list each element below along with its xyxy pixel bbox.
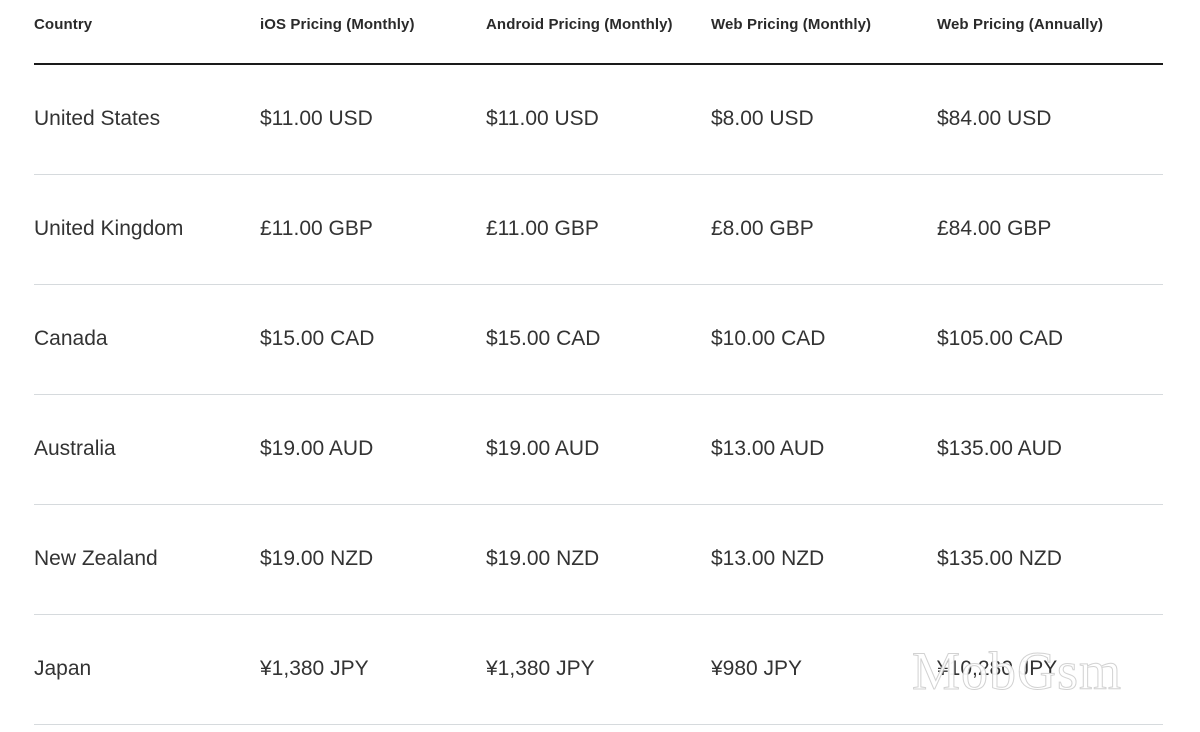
header-country: Country [34,16,93,33]
cell-ios-monthly: $11.00 USD [260,107,373,130]
cell-android-monthly: $15.00 CAD [486,327,601,350]
cell-web-monthly: $13.00 AUD [711,437,825,460]
cell-country: Japan [34,657,92,680]
table-row: United Kingdom £11.00 GBP £11.00 GBP £8.… [34,175,1163,285]
header-ios-monthly: iOS Pricing (Monthly) [260,16,415,33]
cell-android-monthly: ¥1,380 JPY [486,657,595,680]
cell-country: United States [34,107,161,130]
cell-country: New Zealand [34,547,158,570]
header-web-annually: Web Pricing (Annually) [937,16,1104,33]
cell-web-monthly: $10.00 CAD [711,327,826,350]
cell-ios-monthly: $19.00 NZD [260,547,374,570]
cell-web-annually: $135.00 NZD [937,547,1062,570]
cell-web-annually: $105.00 CAD [937,327,1064,350]
cell-country: Canada [34,327,108,350]
cell-web-annually: $84.00 USD [937,107,1052,130]
cell-country: Australia [34,437,116,460]
table-row: Canada $15.00 CAD $15.00 CAD $10.00 CAD … [34,285,1163,395]
cell-ios-monthly: £11.00 GBP [260,217,373,240]
cell-web-monthly: ¥980 JPY [711,657,803,680]
cell-ios-monthly: $19.00 AUD [260,437,374,460]
cell-android-monthly: £11.00 GBP [486,217,599,240]
cell-web-annually: $135.00 AUD [937,437,1062,460]
header-web-monthly: Web Pricing (Monthly) [711,16,872,33]
cell-ios-monthly: ¥1,380 JPY [260,657,369,680]
cell-country: United Kingdom [34,217,184,240]
pricing-table: Country iOS Pricing (Monthly) Android Pr… [34,0,1163,725]
table-row: United States $11.00 USD $11.00 USD $8.0… [34,65,1163,175]
cell-web-annually: ¥10,280 JPY [937,657,1058,680]
cell-android-monthly: $19.00 NZD [486,547,600,570]
cell-web-monthly: $13.00 NZD [711,547,825,570]
cell-web-monthly: £8.00 GBP [711,217,814,240]
cell-ios-monthly: $15.00 CAD [260,327,375,350]
table-row: Australia $19.00 AUD $19.00 AUD $13.00 A… [34,395,1163,505]
cell-web-monthly: $8.00 USD [711,107,814,130]
cell-android-monthly: $19.00 AUD [486,437,600,460]
header-android-monthly: Android Pricing (Monthly) [486,16,673,33]
cell-android-monthly: $11.00 USD [486,107,599,130]
cell-web-annually: £84.00 GBP [937,217,1052,240]
table-row: Japan ¥1,380 JPY ¥1,380 JPY ¥980 JPY ¥10… [34,615,1163,725]
table-header-row: Country iOS Pricing (Monthly) Android Pr… [34,0,1163,65]
table-row: New Zealand $19.00 NZD $19.00 NZD $13.00… [34,505,1163,615]
